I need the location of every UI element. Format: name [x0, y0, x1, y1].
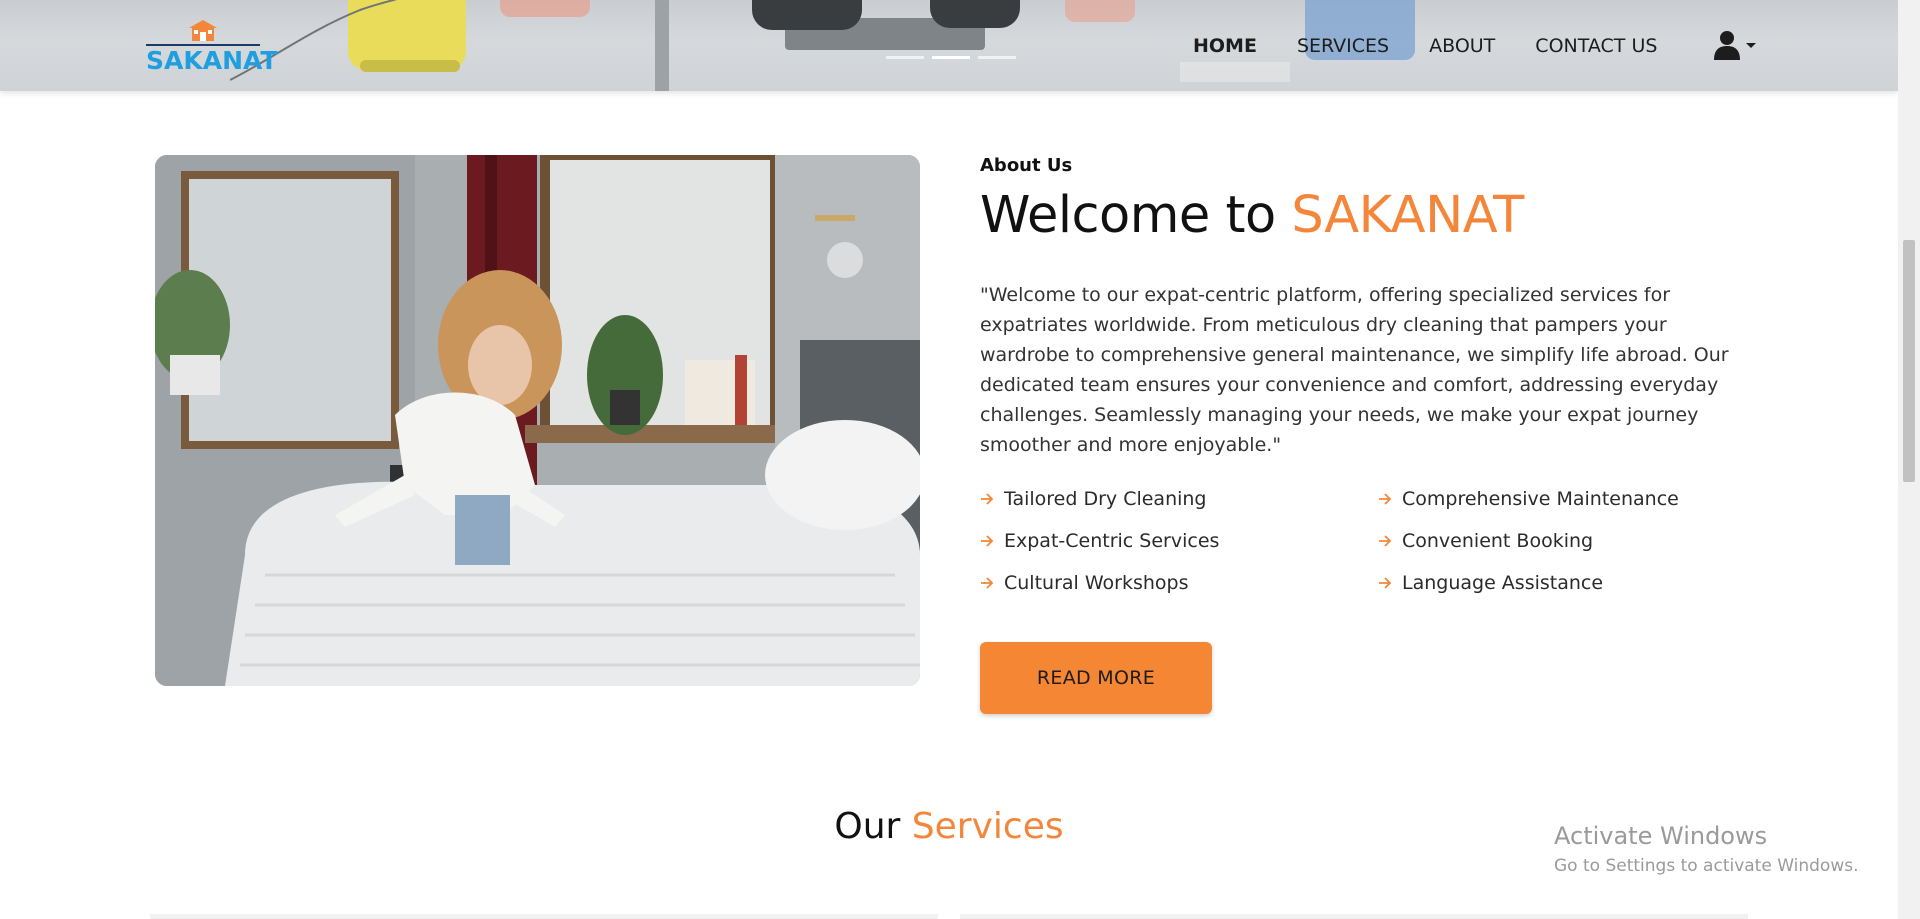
main-nav: HOME SERVICES ABOUT CONTACT US: [1193, 35, 1697, 57]
read-more-button[interactable]: READ MORE: [980, 642, 1212, 715]
service-card[interactable]: [150, 914, 938, 919]
about-intro: "Welcome to our expat-centric platform, …: [980, 284, 1729, 457]
feature-item: Cultural Workshops: [980, 568, 1378, 598]
nav-home[interactable]: HOME: [1193, 35, 1257, 57]
services-title-prefix: Our: [834, 806, 912, 847]
section-eyebrow: About Us: [980, 155, 1073, 176]
feature-list: Tailored Dry Cleaning Comprehensive Main…: [980, 484, 1740, 598]
logo[interactable]: SAKANAT: [146, 18, 278, 76]
feature-label: Comprehensive Maintenance: [1402, 488, 1679, 511]
watermark-subtitle: Go to Settings to activate Windows.: [1554, 856, 1859, 876]
feature-item: Expat-Centric Services: [980, 526, 1378, 556]
arrow-right-icon: [980, 492, 994, 506]
page-scrollbar[interactable]: [1898, 0, 1920, 919]
arrow-right-icon: [1378, 534, 1392, 548]
about-title: Welcome to SAKANAT: [980, 186, 1740, 245]
feature-item: Tailored Dry Cleaning: [980, 484, 1378, 514]
watermark-title: Activate Windows: [1554, 822, 1768, 850]
house-logo-icon: [189, 20, 217, 41]
feature-item: Convenient Booking: [1378, 526, 1738, 556]
arrow-right-icon: [1378, 576, 1392, 590]
feature-label: Tailored Dry Cleaning: [1004, 488, 1207, 511]
about-title-highlight: SAKANAT: [1291, 186, 1524, 245]
services-title-highlight: Services: [911, 806, 1064, 847]
feature-label: Expat-Centric Services: [1004, 530, 1220, 553]
logo-text: SAKANAT: [146, 46, 278, 75]
slider-indicator-active[interactable]: [932, 56, 970, 59]
nav-services[interactable]: SERVICES: [1297, 35, 1389, 57]
about-section: About Us Welcome to SAKANAT "Welcome to …: [980, 155, 1740, 715]
site-header: SAKANAT HOME SERVICES ABOUT CONTACT US: [0, 0, 1898, 91]
nav-contact-us[interactable]: CONTACT US: [1535, 35, 1657, 57]
scrollbar-thumb[interactable]: [1903, 240, 1915, 482]
arrow-right-icon: [1378, 492, 1392, 506]
feature-item: Language Assistance: [1378, 568, 1738, 598]
slider-indicator[interactable]: [886, 56, 924, 59]
feature-label: Convenient Booking: [1402, 530, 1594, 553]
arrow-right-icon: [980, 576, 994, 590]
feature-label: Cultural Workshops: [1004, 572, 1189, 595]
about-image: [155, 155, 920, 686]
slider-indicator[interactable]: [978, 56, 1016, 59]
windows-activation-watermark: Activate Windows Go to Settings to activ…: [1554, 822, 1859, 876]
nav-about[interactable]: ABOUT: [1429, 35, 1495, 57]
arrow-right-icon: [980, 534, 994, 548]
caret-down-icon: [1746, 43, 1756, 48]
about-title-prefix: Welcome to: [980, 186, 1292, 245]
service-card[interactable]: [960, 914, 1748, 919]
user-menu-button[interactable]: [1714, 28, 1762, 62]
user-icon: [1714, 31, 1740, 60]
feature-item: Comprehensive Maintenance: [1378, 484, 1738, 514]
hero-slider-indicators: [886, 56, 1016, 59]
feature-label: Language Assistance: [1402, 572, 1604, 595]
